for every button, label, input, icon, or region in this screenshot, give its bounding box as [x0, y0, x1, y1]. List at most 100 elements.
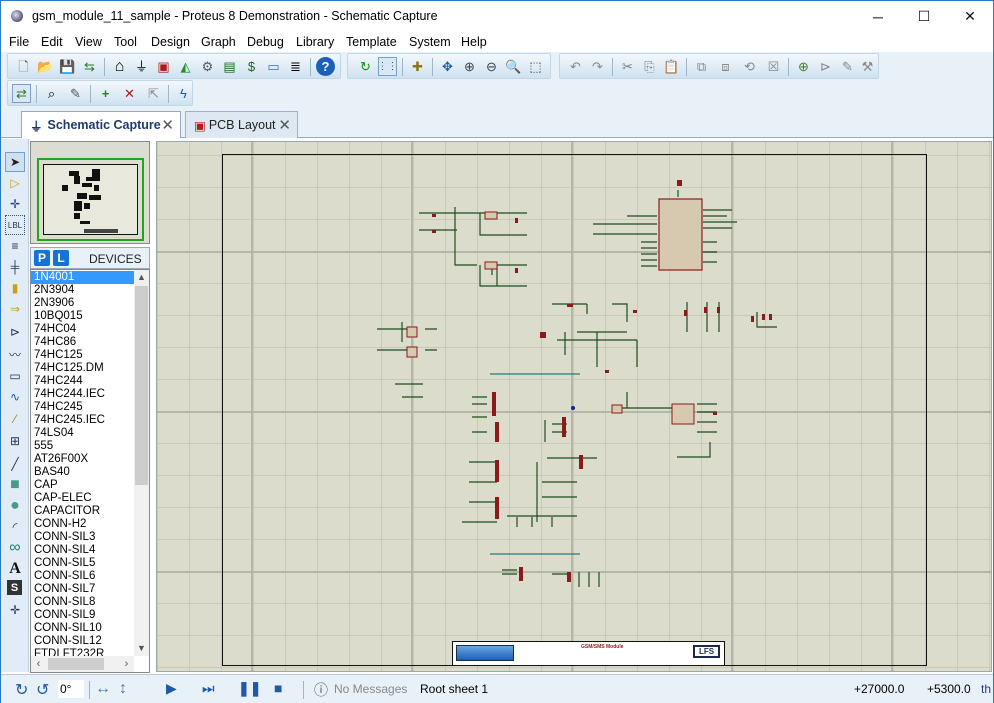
line-icon[interactable]: ╱ [5, 454, 25, 474]
packaging-tool-icon[interactable]: ✎ [838, 57, 857, 76]
voltage-regulator-2[interactable] [484, 261, 498, 270]
wire-label-icon[interactable]: LBL [5, 215, 25, 235]
remove-sheet-icon[interactable]: ✕ [120, 84, 139, 103]
device-list-item[interactable]: 2N3904 [31, 284, 134, 297]
selection-mode-icon[interactable]: ➤ [5, 152, 25, 172]
device-list-item[interactable]: 10BQ015 [31, 310, 134, 323]
scrollbar-thumb[interactable] [48, 658, 104, 670]
box-icon[interactable]: ■ [5, 475, 25, 495]
marker-icon[interactable]: ✛ [5, 600, 25, 620]
pan-icon[interactable]: ✥ [438, 57, 457, 76]
device-list-item[interactable]: 74HC125.DM [31, 362, 134, 375]
play-icon[interactable]: ▶ [166, 680, 177, 697]
step-icon[interactable]: ⏭ [202, 680, 215, 697]
decompose-icon[interactable]: ⚒ [858, 57, 877, 76]
menu-debug[interactable]: Debug [247, 35, 284, 49]
scroll-down-icon[interactable]: ▼ [134, 641, 149, 656]
source-code-icon[interactable]: ▭ [264, 57, 283, 76]
zoom-in-icon[interactable]: ⊕ [460, 57, 479, 76]
device-list-item[interactable]: CONN-SIL12 [31, 635, 134, 648]
arc-icon[interactable]: ◜ [5, 517, 25, 537]
tab-pcb-layout[interactable]: ▣ PCB Layout ✕ [185, 111, 298, 138]
device-list-horizontal-scrollbar[interactable]: ‹ › [31, 656, 134, 672]
menu-system[interactable]: System [409, 35, 451, 49]
circle-icon[interactable]: ● [5, 496, 25, 516]
connector-sil6b[interactable] [495, 497, 499, 519]
device-list[interactable]: 1N4001 2N3904 2N3906 10BQ015 74HC04 74HC86 74H… [30, 269, 150, 673]
menu-file[interactable]: File [9, 35, 29, 49]
device-list-item[interactable]: CONN-SIL9 [31, 609, 134, 622]
block-rotate-icon[interactable]: ⟲ [740, 57, 759, 76]
device-list-item[interactable]: CAP-ELEC [31, 492, 134, 505]
symbol-icon[interactable]: S [7, 580, 22, 595]
connector-sil5b[interactable] [562, 417, 566, 437]
text-icon[interactable]: A [5, 559, 25, 579]
voltage-probe-icon[interactable]: ⁄ [5, 409, 25, 429]
device-list-item[interactable]: CONN-SIL6 [31, 570, 134, 583]
undo-icon[interactable]: ↶ [566, 57, 585, 76]
device-list-item[interactable]: 2N3906 [31, 297, 134, 310]
scrollbar-thumb[interactable] [135, 286, 148, 485]
overview-window[interactable] [30, 141, 150, 244]
tape-recorder-icon[interactable]: ▭ [5, 366, 25, 386]
buses-icon[interactable]: ╪ [5, 257, 25, 277]
pcb-icon[interactable]: ▣ [154, 57, 173, 76]
device-list-item[interactable]: 74HC86 [31, 336, 134, 349]
open-folder-icon[interactable]: 📂 [36, 57, 55, 76]
text-script-icon[interactable]: ≡ [5, 236, 25, 256]
device-list-item[interactable]: CONN-SIL5 [31, 557, 134, 570]
block-copy-icon[interactable]: ⧉ [692, 57, 711, 76]
device-list-item[interactable]: CONN-SIL4 [31, 544, 134, 557]
make-device-icon[interactable]: ⊳ [816, 57, 835, 76]
menu-template[interactable]: Template [346, 35, 397, 49]
refresh-icon[interactable]: ↻ [356, 57, 375, 76]
block-delete-icon[interactable]: ☒ [764, 57, 783, 76]
maximize-button[interactable]: ☐ [901, 1, 947, 32]
terminals-icon[interactable]: ⇒ [5, 299, 25, 319]
device-list-item[interactable]: 74HC245.IEC [31, 414, 134, 427]
device-list-item[interactable]: CONN-SIL10 [31, 622, 134, 635]
rotation-angle-field[interactable]: 0° [58, 680, 84, 698]
graph-mode-icon[interactable]: 〰 [5, 344, 25, 364]
save-icon[interactable]: 💾 [58, 57, 77, 76]
device-list-item[interactable]: 74HC125 [31, 349, 134, 362]
pick-device-icon[interactable]: ⊕ [794, 57, 813, 76]
pause-icon[interactable]: ❚❚ [238, 680, 261, 697]
grid-toggle-icon[interactable]: ⋮⋮ [378, 57, 398, 76]
close-tab-icon[interactable]: ✕ [161, 116, 174, 134]
overview-viewport[interactable] [37, 158, 144, 241]
property-assignment-icon[interactable]: ✎ [66, 84, 85, 103]
schematic-icon[interactable]: ⏚ [132, 57, 151, 76]
menu-library[interactable]: Library [296, 35, 334, 49]
wire-autorouter-icon[interactable]: ⇄ [12, 84, 31, 103]
device-list-item[interactable]: CONN-SIL3 [31, 531, 134, 544]
menu-help[interactable]: Help [461, 35, 487, 49]
connector-sil4[interactable] [495, 422, 499, 442]
gerber-icon[interactable]: ⚙ [198, 57, 217, 76]
device-list-item[interactable]: CONN-SIL8 [31, 596, 134, 609]
component-mode-icon[interactable]: ▷ [5, 173, 25, 193]
menu-edit[interactable]: Edit [41, 35, 63, 49]
generator-icon[interactable]: ∿ [5, 387, 25, 407]
mirror-vertical-icon[interactable]: ↕ [119, 680, 127, 698]
scroll-right-icon[interactable]: › [119, 656, 134, 672]
redo-icon[interactable]: ↷ [588, 57, 607, 76]
device-list-item[interactable]: 74HC245 [31, 401, 134, 414]
device-pins-icon[interactable]: ⊳ [5, 322, 25, 342]
device-list-item[interactable]: BAS40 [31, 466, 134, 479]
rotate-anticlockwise-icon[interactable]: ↺ [36, 680, 49, 700]
connector-j1[interactable] [611, 404, 623, 414]
pick-devices-button[interactable]: P [34, 250, 50, 266]
minimize-button[interactable]: ─ [855, 1, 901, 32]
design-explorer-icon[interactable]: ▤ [220, 57, 239, 76]
device-list-item[interactable]: 555 [31, 440, 134, 453]
electrical-rule-check-icon[interactable]: ϟ [174, 84, 193, 103]
ic-u2[interactable] [406, 346, 418, 358]
menu-design[interactable]: Design [151, 35, 190, 49]
origin-icon[interactable]: ✚ [408, 57, 427, 76]
zoom-area-icon[interactable]: ⬚ [526, 57, 545, 76]
device-list-item[interactable]: CONN-H2 [31, 518, 134, 531]
schematic-editing-canvas[interactable]: GSM/SMS Module LFS [156, 141, 992, 672]
device-list-item[interactable]: 74LS04 [31, 427, 134, 440]
connector-sil4b[interactable] [579, 455, 583, 469]
